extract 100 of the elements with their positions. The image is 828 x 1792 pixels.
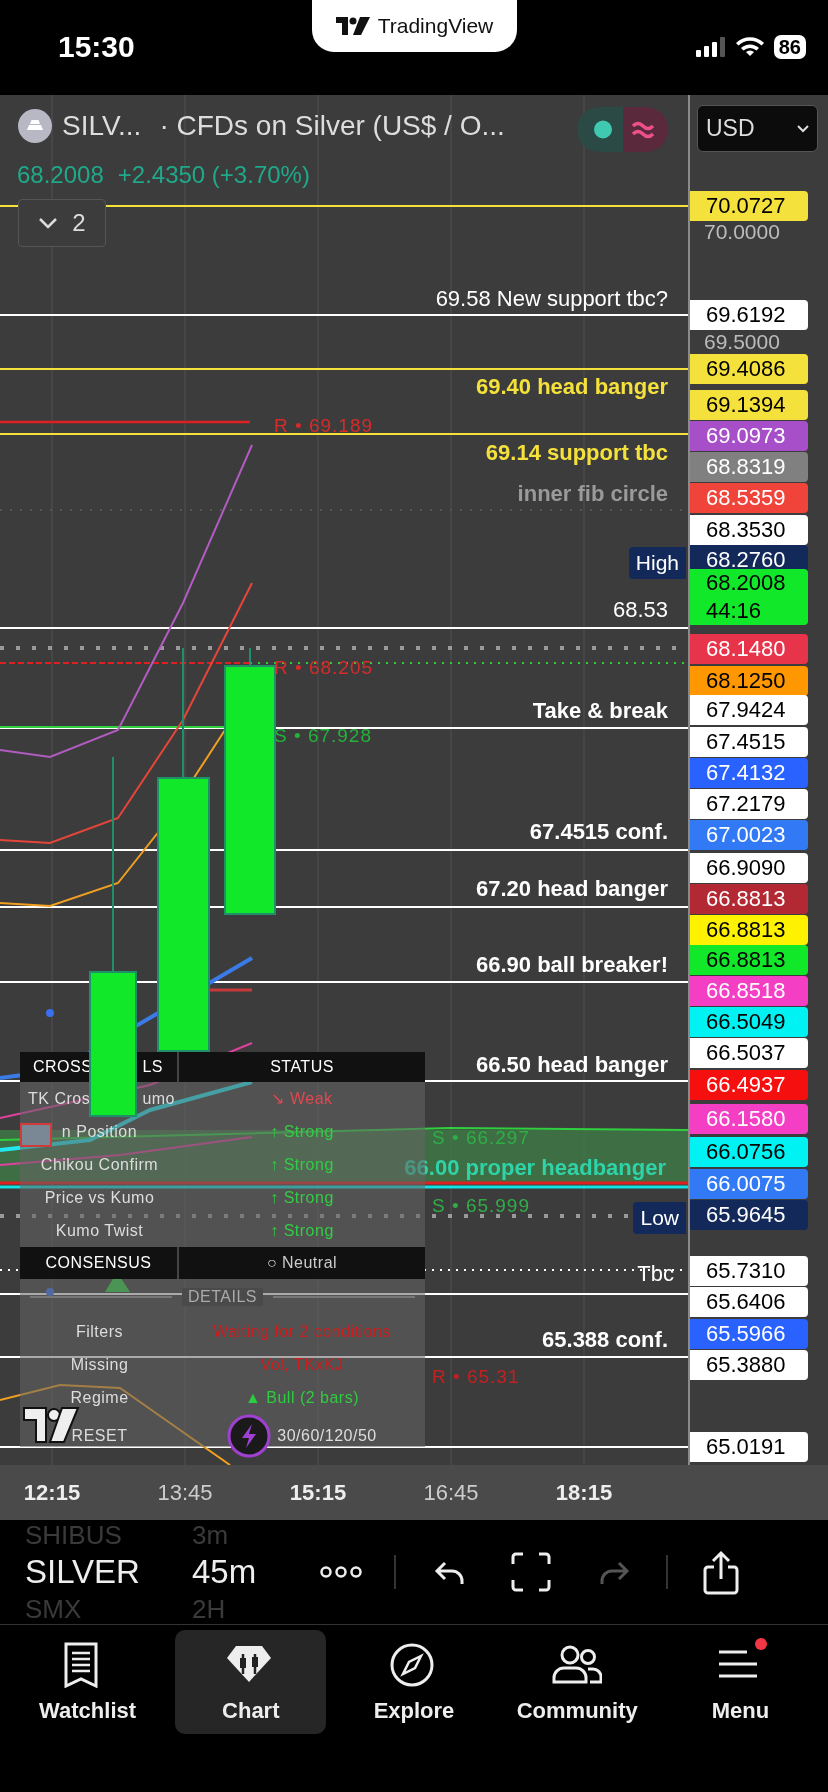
price-label: 66.0075 bbox=[690, 1169, 808, 1199]
level-marker: S • 65.999 bbox=[432, 1194, 530, 1218]
axis-tick: 70.0000 bbox=[704, 221, 780, 243]
axis-tick: 69.5000 bbox=[704, 331, 780, 353]
price-label: 67.2179 bbox=[690, 789, 808, 819]
signal-dot bbox=[46, 1009, 54, 1017]
signal-status: ↑ Strong bbox=[270, 1188, 334, 1206]
price-label: 67.9424 bbox=[690, 695, 808, 725]
price-label: 66.0756 bbox=[690, 1137, 808, 1167]
price-label: 66.8813 bbox=[690, 945, 808, 975]
symbol-name[interactable]: SILV... bbox=[62, 110, 142, 142]
detail-value: 30/60/120/50 bbox=[277, 1427, 377, 1445]
price-label: 66.8813 bbox=[690, 915, 808, 945]
level-marker: R • 68.205 bbox=[274, 656, 374, 680]
detail-label: Missing bbox=[69, 1355, 130, 1374]
tab[interactable]: Community bbox=[501, 1630, 653, 1734]
level-marker: R • 65.31 bbox=[432, 1365, 520, 1389]
level-label: inner fib circle bbox=[517, 481, 668, 507]
level-label: 65.388 conf. bbox=[542, 1327, 668, 1353]
signal-status: ↑ Strong bbox=[270, 1122, 334, 1140]
logo-icon bbox=[335, 17, 370, 35]
price-label: 65.0191 bbox=[690, 1432, 808, 1462]
wave-icon bbox=[623, 107, 668, 152]
chevron-down-icon bbox=[797, 124, 809, 133]
price-label: 70.0727 bbox=[690, 191, 808, 221]
tab[interactable]: Chart bbox=[175, 1630, 327, 1734]
signal-name: TK Cros bbox=[28, 1089, 91, 1108]
level-marker: S • 66.297 bbox=[432, 1126, 530, 1150]
signal-icon bbox=[695, 37, 726, 57]
level-label: 67.20 head banger bbox=[476, 876, 668, 902]
symbol-description: · CFDs on Silver (US$ / O... bbox=[159, 110, 505, 142]
price-label: 65.5966 bbox=[690, 1319, 808, 1349]
price-label: 69.1394 bbox=[690, 390, 808, 420]
price-label: 68.3530 bbox=[690, 515, 808, 545]
wifi-icon bbox=[735, 37, 764, 57]
signal-dot bbox=[46, 1288, 54, 1296]
chevron-down-icon bbox=[38, 217, 59, 229]
price-label: 66.1580 bbox=[690, 1104, 808, 1134]
price-label: 68.8319 bbox=[690, 452, 808, 482]
price-label: 67.4132 bbox=[690, 758, 808, 788]
indicator-toggle[interactable] bbox=[577, 107, 668, 152]
signal-name: umo bbox=[142, 1089, 175, 1108]
level-label: Take & break bbox=[532, 698, 668, 724]
app-name: TradingView bbox=[377, 14, 494, 38]
price-label: 66.9090 bbox=[690, 853, 808, 883]
price-label: 67.4515 bbox=[690, 727, 808, 757]
bar-countdown: 44:16 bbox=[706, 597, 763, 625]
collapse-button[interactable]: 2 bbox=[18, 199, 106, 247]
column-header: STATUS bbox=[269, 1058, 335, 1076]
price-label: 68.1480 bbox=[690, 634, 808, 664]
time-label: 12:15 bbox=[22, 1479, 82, 1506]
price-change: +2.4350 (+3.70%) bbox=[117, 161, 310, 189]
detail-label: Regime bbox=[69, 1388, 130, 1407]
signal-name: Kumo Twist bbox=[55, 1221, 144, 1239]
detail-label: RESET bbox=[70, 1427, 129, 1445]
level-label: 69.40 head banger bbox=[476, 374, 668, 400]
tab[interactable]: Watchlist bbox=[12, 1630, 164, 1734]
price-label: 69.6192 bbox=[690, 300, 808, 330]
section-title: DETAILS bbox=[182, 1288, 263, 1306]
column-header: LS bbox=[142, 1058, 163, 1076]
detail-value: ▲ Bull (2 bars) bbox=[245, 1388, 359, 1407]
price-badge: Low bbox=[633, 1202, 686, 1234]
price-label: 65.6406 bbox=[690, 1287, 808, 1317]
detail-value: Vol, TKxKJ bbox=[260, 1355, 344, 1374]
last-price: 68.2008 bbox=[17, 161, 104, 189]
signal-status: ↘ Weak bbox=[271, 1090, 333, 1107]
price-label: 69.0973 bbox=[690, 421, 808, 451]
price-label: 68.5359 bbox=[690, 483, 808, 513]
price-label: 66.5037 bbox=[690, 1038, 808, 1068]
price-label: 65.7310 bbox=[690, 1256, 808, 1286]
price-label: 66.5049 bbox=[690, 1007, 808, 1037]
battery-level: 86 bbox=[773, 35, 806, 59]
level-label: 66.50 head banger bbox=[476, 1052, 668, 1078]
price-badge: High bbox=[628, 547, 686, 579]
interval-picker[interactable]: 45m bbox=[192, 1550, 310, 1594]
price-label: 65.3880 bbox=[690, 1350, 808, 1380]
symbol-picker[interactable]: SILVER bbox=[25, 1550, 192, 1594]
level-marker: R • 69.189 bbox=[274, 414, 374, 438]
price-label: 66.4937 bbox=[690, 1070, 808, 1100]
price-label: 69.4086 bbox=[690, 354, 808, 384]
level-label: 67.4515 conf. bbox=[529, 819, 668, 845]
price-label: 66.8518 bbox=[690, 976, 808, 1006]
signal-status: ↑ Strong bbox=[270, 1155, 334, 1173]
level-label: 66.90 ball breaker! bbox=[476, 952, 668, 978]
time-label: 15:15 bbox=[288, 1479, 348, 1506]
tab[interactable]: Explore bbox=[338, 1630, 490, 1734]
level-label: 69.14 support tbc bbox=[485, 440, 668, 466]
level-label: Tbc bbox=[637, 1261, 674, 1287]
level-label: 69.58 New support tbc? bbox=[435, 286, 668, 312]
time-label: 13:45 bbox=[156, 1479, 214, 1506]
price-label: 67.0023 bbox=[690, 820, 808, 850]
price-label: 66.8813 bbox=[690, 884, 808, 914]
currency-select[interactable]: USD bbox=[697, 105, 818, 152]
signal-status: ↑ Strong bbox=[270, 1221, 334, 1239]
price-label: 68.1250 bbox=[690, 666, 808, 696]
signal-name: Chikou Confirm bbox=[40, 1155, 159, 1173]
tab[interactable]: Menu bbox=[664, 1630, 816, 1734]
signal-name: Price vs Kumo bbox=[44, 1188, 155, 1206]
lightning-icon[interactable] bbox=[227, 1414, 272, 1458]
clock-time: 15:30 bbox=[58, 30, 135, 64]
